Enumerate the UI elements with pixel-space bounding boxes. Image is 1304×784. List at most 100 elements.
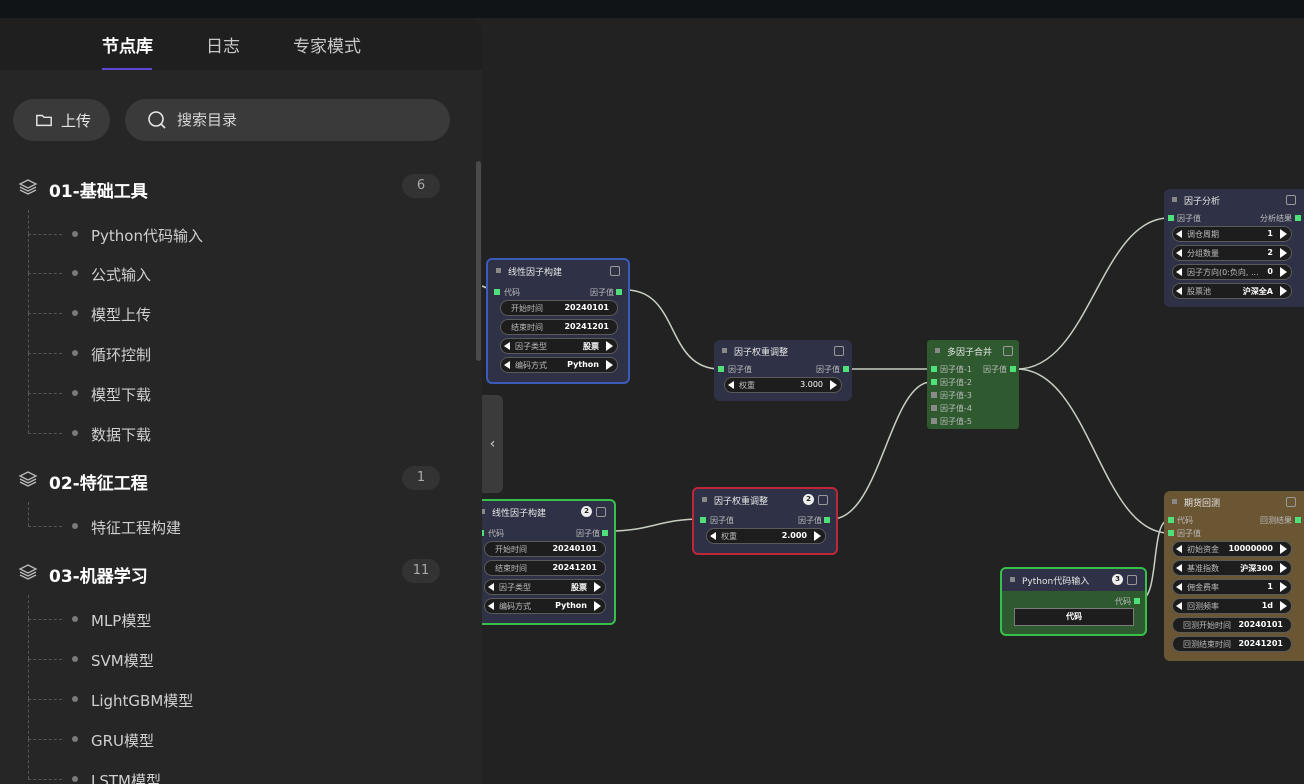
prev-arrow-icon[interactable]	[504, 342, 510, 350]
param-start-time[interactable]: 开始时间 20240101	[500, 300, 618, 316]
prev-arrow-icon[interactable]	[728, 381, 734, 389]
param-encoding[interactable]: 编码方式 Python	[500, 357, 618, 373]
next-arrow-icon[interactable]	[1280, 544, 1287, 554]
input-port-2[interactable]	[931, 379, 937, 385]
list-item-mlp-model[interactable]: MLP模型	[28, 595, 428, 631]
input-port-1[interactable]	[931, 366, 937, 372]
prev-arrow-icon[interactable]	[1176, 268, 1182, 276]
list-item-model-upload[interactable]: 模型上传	[28, 273, 428, 325]
edit-icon[interactable]	[1003, 346, 1013, 356]
node-multi-factor-merge[interactable]: 多因子合并 因子值 因子值-1 因子值-2 因子值-3 因子值-4 因子值-5	[927, 340, 1019, 429]
tab-node-library[interactable]: 节点库	[102, 32, 153, 57]
input-port-code[interactable]	[1168, 517, 1174, 523]
next-arrow-icon[interactable]	[594, 601, 601, 611]
next-arrow-icon[interactable]	[606, 341, 613, 351]
param-end-time[interactable]: 结束时间 20241201	[500, 319, 618, 335]
param-rebalance-period[interactable]: 调仓周期 1	[1172, 226, 1292, 242]
output-port[interactable]	[1134, 598, 1140, 604]
output-port[interactable]	[824, 517, 830, 523]
param-benchmark[interactable]: 基准指数 沪深300	[1172, 560, 1292, 576]
output-port[interactable]	[1295, 215, 1301, 221]
sidebar-scrollbar[interactable]	[476, 161, 481, 361]
next-arrow-icon[interactable]	[606, 360, 613, 370]
node-futures-backtest[interactable]: 期货回测 代码 回测结果 因子值 初始资金 10000000 基准指数 沪深30…	[1164, 491, 1304, 661]
tab-log[interactable]: 日志	[206, 32, 240, 57]
next-arrow-icon[interactable]	[1280, 582, 1287, 592]
input-port[interactable]	[700, 517, 706, 523]
output-port[interactable]	[616, 289, 622, 295]
input-port-factor[interactable]	[1168, 530, 1174, 536]
list-item-python-code-input[interactable]: Python代码输入	[28, 210, 428, 246]
prev-arrow-icon[interactable]	[1176, 249, 1182, 257]
list-item-feature-build[interactable]: 特征工程构建	[28, 502, 428, 538]
next-arrow-icon[interactable]	[1280, 563, 1287, 573]
param-start-time[interactable]: 开始时间 20240101	[484, 541, 606, 557]
next-arrow-icon[interactable]	[1280, 267, 1287, 277]
code-field[interactable]: 代码	[1014, 608, 1134, 626]
param-backtest-end[interactable]: 回测结束时间 20241201	[1172, 636, 1292, 652]
node-weight-adjust-2[interactable]: 因子权重调整 2 因子值 因子值 权重 2.000	[692, 487, 838, 555]
node-linear-factor-1[interactable]: 线性因子构建 代码 因子值 开始时间 20240101 结束时间 2024120…	[486, 258, 630, 384]
param-group-count[interactable]: 分组数量 2	[1172, 245, 1292, 261]
prev-arrow-icon[interactable]	[1176, 230, 1182, 238]
param-encoding[interactable]: 编码方式 Python	[484, 598, 606, 614]
list-item-formula-input[interactable]: 公式输入	[28, 234, 428, 285]
prev-arrow-icon[interactable]	[1176, 287, 1182, 295]
category-feature-engineering[interactable]: 02-特征工程 1	[18, 466, 442, 494]
category-basic-tools[interactable]: 01-基础工具 6	[18, 174, 442, 202]
edit-icon[interactable]	[1286, 195, 1296, 205]
next-arrow-icon[interactable]	[814, 531, 821, 541]
param-frequency[interactable]: 回测频率 1d	[1172, 598, 1292, 614]
category-machine-learning[interactable]: 03-机器学习 11	[18, 559, 442, 587]
node-collapse-icon[interactable]	[722, 348, 727, 353]
input-port[interactable]	[718, 366, 724, 372]
node-collapse-icon[interactable]	[702, 497, 707, 502]
edit-icon[interactable]	[834, 346, 844, 356]
prev-arrow-icon[interactable]	[488, 583, 494, 591]
input-port-5[interactable]	[931, 418, 937, 424]
input-port-3[interactable]	[931, 392, 937, 398]
node-collapse-icon[interactable]	[496, 268, 501, 273]
param-initial-capital[interactable]: 初始资金 10000000	[1172, 541, 1292, 557]
list-item-model-download[interactable]: 模型下载	[28, 353, 428, 405]
next-arrow-icon[interactable]	[830, 380, 837, 390]
output-port[interactable]	[1010, 366, 1016, 372]
prev-arrow-icon[interactable]	[1176, 545, 1182, 553]
param-factor-type[interactable]: 因子类型 股票	[500, 338, 618, 354]
node-collapse-icon[interactable]	[1172, 499, 1177, 504]
next-arrow-icon[interactable]	[1280, 229, 1287, 239]
prev-arrow-icon[interactable]	[1176, 583, 1182, 591]
prev-arrow-icon[interactable]	[488, 602, 494, 610]
edit-icon[interactable]	[610, 266, 620, 276]
node-collapse-icon[interactable]	[1010, 577, 1015, 582]
node-linear-factor-2[interactable]: 线性因子构建 2 代码 因子值 开始时间 20240101 结束时间 20241…	[470, 499, 616, 625]
edit-icon[interactable]	[1127, 575, 1137, 585]
sidebar-collapse-button[interactable]: ‹	[482, 395, 503, 493]
tab-expert-mode[interactable]: 专家模式	[293, 32, 361, 57]
param-weight[interactable]: 权重 2.000	[706, 528, 826, 544]
node-weight-adjust-1[interactable]: 因子权重调整 因子值 因子值 权重 3.000	[714, 340, 852, 401]
param-end-time[interactable]: 结束时间 20241201	[484, 560, 606, 576]
node-factor-analysis[interactable]: 因子分析 因子值 分析结果 调仓周期 1 分组数量 2 因子方向(0:负向, .…	[1164, 189, 1304, 307]
param-weight[interactable]: 权重 3.000	[724, 377, 842, 393]
prev-arrow-icon[interactable]	[710, 532, 716, 540]
node-header[interactable]: 因子权重调整 2	[694, 489, 836, 511]
param-factor-type[interactable]: 因子类型 股票	[484, 579, 606, 595]
prev-arrow-icon[interactable]	[1176, 564, 1182, 572]
edit-icon[interactable]	[1286, 497, 1296, 507]
node-header[interactable]: 线性因子构建	[488, 260, 628, 282]
search-box[interactable]	[125, 99, 450, 141]
node-header[interactable]: 因子分析	[1164, 189, 1304, 211]
param-factor-direction[interactable]: 因子方向(0:负向, ... 0	[1172, 264, 1292, 280]
next-arrow-icon[interactable]	[1280, 286, 1287, 296]
prev-arrow-icon[interactable]	[504, 361, 510, 369]
output-port[interactable]	[602, 530, 608, 536]
upload-button[interactable]: 上传	[13, 99, 110, 141]
node-header[interactable]: 多因子合并	[927, 340, 1019, 362]
node-header[interactable]: 期货回测	[1164, 491, 1304, 513]
node-header[interactable]: 因子权重调整	[714, 340, 852, 362]
next-arrow-icon[interactable]	[594, 582, 601, 592]
list-item-gru-model[interactable]: GRU模型	[28, 699, 428, 751]
list-item-lightgbm-model[interactable]: LightGBM模型	[28, 659, 428, 711]
node-collapse-icon[interactable]	[935, 348, 940, 353]
